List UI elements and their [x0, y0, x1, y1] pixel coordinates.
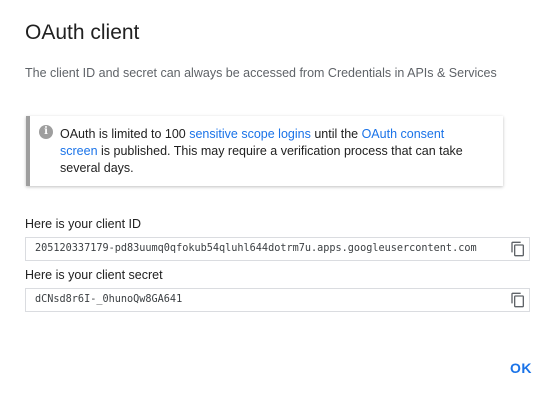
client-secret-value[interactable]: dCNsd8r6I-_0hunoQw8GA641	[35, 289, 505, 311]
notice-text-part: OAuth is limited to 100	[60, 127, 190, 141]
notice-text-part: until the	[310, 127, 362, 141]
client-secret-field[interactable]: dCNsd8r6I-_0hunoQw8GA641	[25, 288, 530, 312]
notice-text-part: is published. This may require a verific…	[60, 144, 463, 175]
info-icon: i	[39, 125, 53, 139]
copy-icon[interactable]	[510, 241, 526, 257]
dialog-title: OAuth client	[25, 21, 140, 44]
client-id-label: Here is your client ID	[25, 217, 142, 231]
oauth-limit-notice: i OAuth is limited to 100 sensitive scop…	[26, 116, 503, 186]
sensitive-scope-logins-link[interactable]: sensitive scope logins	[189, 127, 311, 141]
client-id-field[interactable]: 205120337179-pd83uumq0qfokub54qluhl644do…	[25, 237, 530, 261]
client-id-value[interactable]: 205120337179-pd83uumq0qfokub54qluhl644do…	[35, 238, 505, 260]
oauth-client-dialog: OAuth client The client ID and secret ca…	[0, 0, 556, 394]
client-secret-label: Here is your client secret	[25, 268, 163, 282]
dialog-subtitle: The client ID and secret can always be a…	[25, 66, 497, 80]
ok-button[interactable]: OK	[508, 358, 534, 378]
copy-icon-svg	[511, 292, 524, 308]
copy-icon[interactable]	[510, 292, 526, 308]
notice-text: OAuth is limited to 100 sensitive scope …	[60, 126, 485, 177]
copy-icon-svg	[511, 241, 524, 257]
